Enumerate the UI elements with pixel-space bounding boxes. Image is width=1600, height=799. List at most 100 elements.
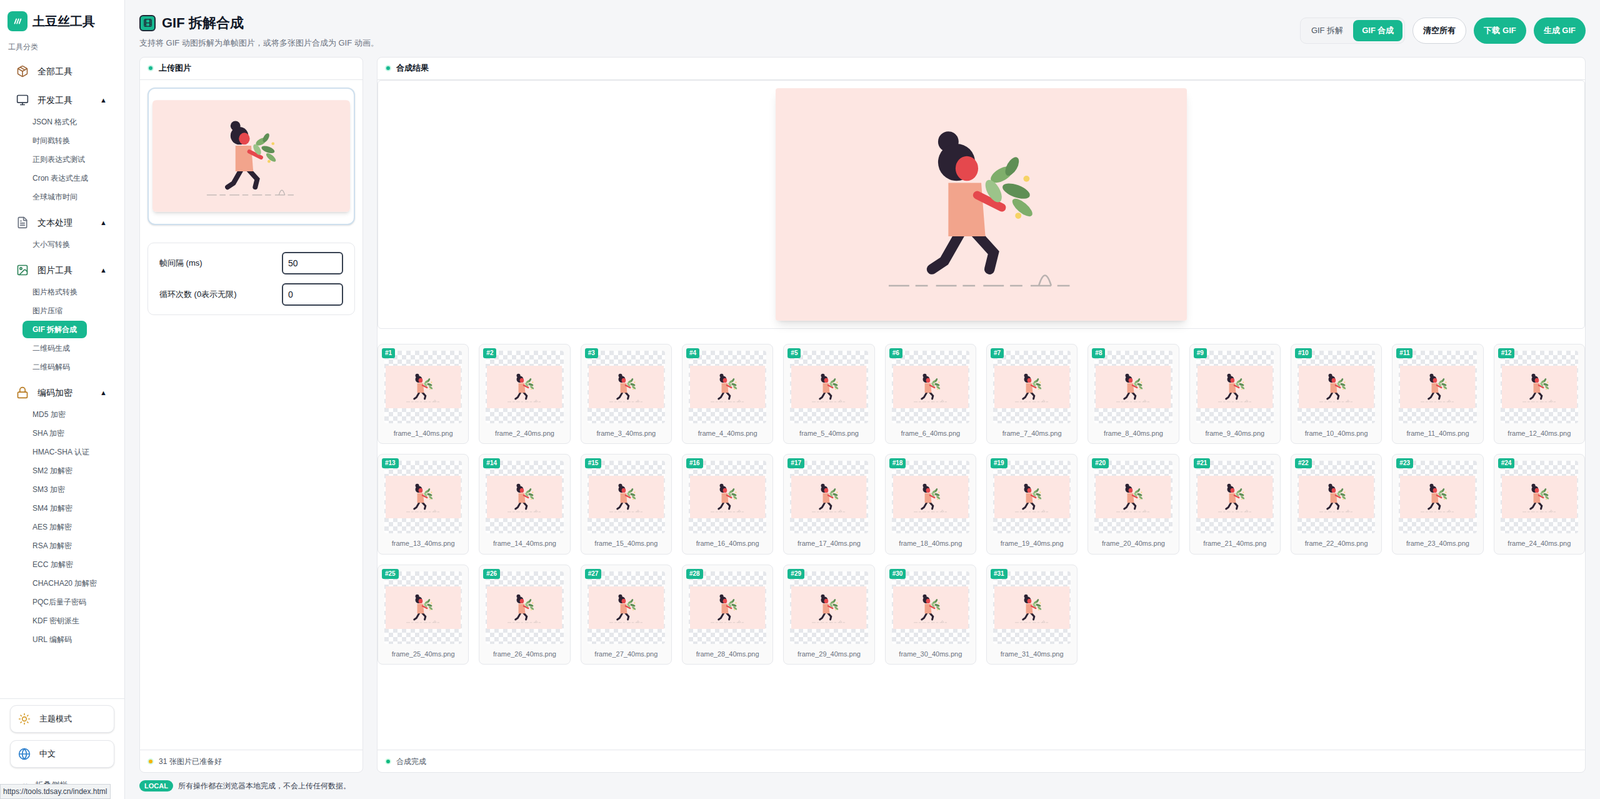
sidebar-item[interactable]: RSA 加解密	[0, 536, 125, 555]
sidebar-item[interactable]: CHACHA20 加解密	[0, 573, 125, 593]
sidebar-item[interactable]: PQC后量子密码	[0, 592, 125, 612]
frame-image	[790, 586, 868, 629]
frame-name: frame_4_40ms.png	[688, 428, 767, 439]
sidebar-item[interactable]: 时间戳转换	[0, 131, 125, 150]
frame-card[interactable]: #3frame_3_40ms.png	[580, 343, 672, 445]
frame-thumb	[1196, 350, 1274, 424]
frame-image	[1500, 365, 1579, 409]
frame-card[interactable]: #19frame_19_40ms.png	[986, 453, 1078, 555]
frame-card[interactable]: #10frame_10_40ms.png	[1290, 343, 1382, 445]
group-toggle[interactable]: ▲	[100, 387, 107, 399]
frame-name: frame_31_40ms.png	[993, 648, 1071, 660]
frame-card[interactable]: #17frame_17_40ms.png	[783, 453, 875, 555]
action-button[interactable]: 生成 GIF	[1533, 17, 1586, 44]
sidebar-button[interactable]: 中文	[10, 740, 115, 768]
frame-card[interactable]: #7frame_7_40ms.png	[986, 343, 1078, 445]
setting-input[interactable]	[281, 251, 344, 275]
group-header[interactable]: 全部工具	[0, 58, 125, 84]
sidebar-item[interactable]: SM2 加解密	[0, 461, 125, 480]
page-subtitle: 支持将 GIF 动图拆解为单帧图片，或将多张图片合成为 GIF 动画。	[139, 36, 379, 50]
group-label: 开发工具	[37, 93, 100, 107]
sidebar-item[interactable]: 图片压缩	[0, 301, 125, 320]
frame-card[interactable]: #30frame_30_40ms.png	[885, 564, 977, 665]
globe-icon	[18, 747, 31, 760]
upload-panel: 上传图片帧间隔 (ms)循环次数 (0表示无限)31 张图片已准备好	[139, 56, 364, 774]
sidebar-item[interactable]: 图片格式转换	[0, 282, 125, 302]
group-label: 文本处理	[37, 216, 100, 230]
frame-card[interactable]: #29frame_29_40ms.png	[783, 564, 875, 665]
frame-badge: #6	[889, 348, 903, 359]
logo[interactable]: 土豆丝工具	[0, 0, 125, 40]
gif-preview	[775, 88, 1187, 321]
setting-row: 循环次数 (0表示无限)	[159, 283, 344, 306]
frame-card[interactable]: #5frame_5_40ms.png	[783, 343, 875, 445]
frame-card[interactable]: #27frame_27_40ms.png	[580, 564, 672, 665]
frame-image	[993, 586, 1071, 629]
frame-card[interactable]: #31frame_31_40ms.png	[986, 564, 1078, 665]
sidebar-item[interactable]: SM3 加密	[0, 480, 125, 499]
sidebar-item[interactable]: 二维码解码	[0, 357, 125, 377]
frame-card[interactable]: #14frame_14_40ms.png	[478, 453, 570, 555]
sidebar-item[interactable]: Cron 表达式生成	[0, 168, 125, 188]
sidebar-item[interactable]: ECC 加解密	[0, 555, 125, 574]
frame-card[interactable]: #25frame_25_40ms.png	[377, 564, 469, 665]
frame-name: frame_30_40ms.png	[891, 648, 970, 660]
group-header[interactable]: 图片工具▲	[0, 257, 125, 283]
frame-thumb	[688, 571, 767, 644]
frame-card[interactable]: #20frame_20_40ms.png	[1087, 453, 1179, 555]
frame-card[interactable]: #23frame_23_40ms.png	[1391, 453, 1484, 555]
group-header[interactable]: 编码加密▲	[0, 380, 125, 405]
sidebar-item[interactable]: 二维码生成	[0, 338, 125, 358]
sidebar-item[interactable]: MD5 加密	[0, 405, 125, 424]
frame-image	[790, 475, 868, 519]
frame-image	[1094, 365, 1172, 409]
group-toggle[interactable]: ▲	[100, 95, 107, 106]
frame-thumb	[1398, 350, 1477, 424]
sidebar-item[interactable]: 大小写转换	[0, 235, 125, 254]
group-toggle[interactable]: ▲	[100, 265, 107, 276]
upload-dropzone[interactable]	[147, 87, 355, 225]
frame-card[interactable]: #28frame_28_40ms.png	[681, 564, 774, 665]
action-button[interactable]: 清空所有	[1412, 17, 1467, 44]
frame-card[interactable]: #4frame_4_40ms.png	[681, 343, 774, 445]
frame-card[interactable]: #26frame_26_40ms.png	[478, 564, 570, 665]
frame-card[interactable]: #12frame_12_40ms.png	[1493, 343, 1585, 445]
frame-badge: #15	[585, 458, 602, 469]
frame-image	[384, 475, 462, 519]
frame-thumb	[384, 350, 462, 424]
action-button[interactable]: 下载 GIF	[1473, 17, 1526, 44]
sidebar-item[interactable]: AES 加解密	[0, 517, 125, 537]
frame-card[interactable]: #18frame_18_40ms.png	[885, 453, 977, 555]
sidebar-item[interactable]: HMAC-SHA 认证	[0, 442, 125, 462]
frame-card[interactable]: #13frame_13_40ms.png	[377, 453, 469, 555]
sidebar-item[interactable]: SHA 加密	[0, 423, 125, 443]
group-icon	[16, 263, 29, 277]
frame-card[interactable]: #11frame_11_40ms.png	[1391, 343, 1484, 445]
group-header[interactable]: 开发工具▲	[0, 87, 125, 113]
frame-card[interactable]: #15frame_15_40ms.png	[580, 453, 672, 555]
sidebar-item[interactable]: GIF 拆解合成	[0, 320, 125, 339]
frame-card[interactable]: #8frame_8_40ms.png	[1087, 343, 1179, 445]
frame-card[interactable]: #16frame_16_40ms.png	[681, 453, 774, 555]
frame-card[interactable]: #6frame_6_40ms.png	[885, 343, 977, 445]
sidebar-button[interactable]: 主题模式	[10, 705, 115, 733]
frame-card[interactable]: #2frame_2_40ms.png	[478, 343, 570, 445]
sidebar-item[interactable]: 正则表达式测试	[0, 150, 125, 169]
sidebar-item[interactable]: JSON 格式化	[0, 112, 125, 132]
frame-card[interactable]: #9frame_9_40ms.png	[1189, 343, 1281, 445]
frame-card[interactable]: #21frame_21_40ms.png	[1189, 453, 1281, 555]
sidebar-item[interactable]: 全球城市时间	[0, 187, 125, 207]
setting-input[interactable]	[281, 283, 344, 306]
frame-card[interactable]: #1frame_1_40ms.png	[377, 343, 469, 445]
frame-card[interactable]: #24frame_24_40ms.png	[1493, 453, 1585, 555]
mode-tab[interactable]: GIF 合成	[1353, 20, 1403, 42]
group-toggle[interactable]: ▲	[100, 217, 107, 229]
frame-thumb	[1297, 460, 1375, 534]
mode-tab[interactable]: GIF 拆解	[1302, 20, 1352, 42]
sidebar-item[interactable]: KDF 密钥派生	[0, 611, 125, 630]
frame-card[interactable]: #22frame_22_40ms.png	[1290, 453, 1382, 555]
sidebar-item[interactable]: URL 编解码	[0, 630, 125, 649]
sidebar-item[interactable]: SM4 加解密	[0, 498, 125, 518]
group-header[interactable]: 文本处理▲	[0, 210, 125, 235]
frame-name: frame_14_40ms.png	[485, 538, 564, 549]
